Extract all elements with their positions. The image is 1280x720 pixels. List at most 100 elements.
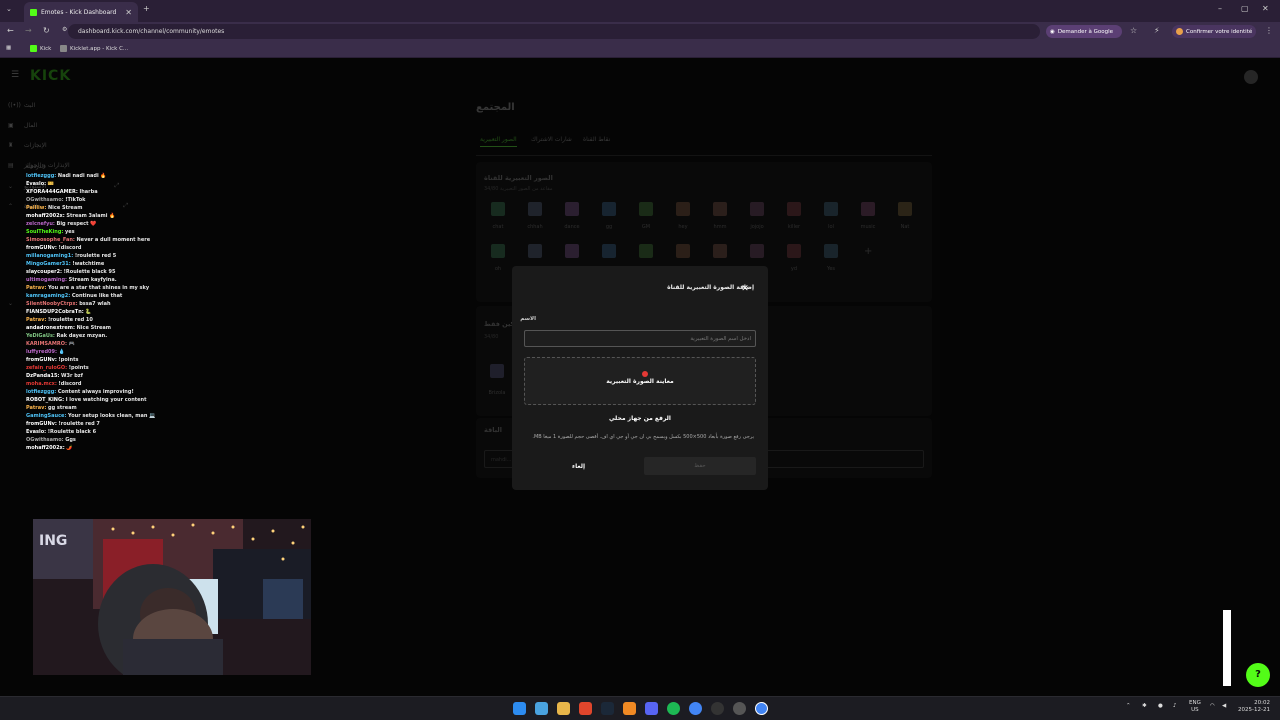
wifi-icon[interactable]: ◠ xyxy=(1210,703,1215,709)
confirm-identity-button[interactable]: Confirmer votre identité xyxy=(1172,25,1256,38)
chat-username[interactable]: DzPanda15: xyxy=(26,373,59,379)
chat-username[interactable]: Evaslo: xyxy=(26,429,46,435)
chat-text: !TikTok xyxy=(65,197,86,203)
chat-username[interactable]: Simoosophe_Fan: xyxy=(26,237,75,243)
file-explorer-icon[interactable] xyxy=(557,702,570,715)
add-emote-modal: إضافة الصورة التعبيرية للقناة ✕ الاسم مع… xyxy=(512,266,768,490)
chat-message: OGwithsamo: Ggs xyxy=(26,436,196,444)
apps-grid-icon[interactable]: ▦ xyxy=(6,45,11,51)
chat-username[interactable]: zelcnefyu: xyxy=(26,221,55,227)
chat-username[interactable]: Patrav: xyxy=(26,285,46,291)
browser-tab-emotes[interactable]: Emotes - Kick Dashboard ✕ xyxy=(24,2,138,22)
chat-username[interactable]: Patrav: xyxy=(26,317,46,323)
chat-username[interactable]: Evaslo: xyxy=(26,181,46,187)
chat-username[interactable]: Pallliw: xyxy=(26,205,46,211)
steam-icon[interactable] xyxy=(601,702,614,715)
mouse-cursor-icon xyxy=(642,371,648,377)
reload-icon[interactable]: ↻ xyxy=(43,26,50,35)
chat-text: !points xyxy=(68,365,89,371)
chat-username[interactable]: ROBOT_KING: xyxy=(26,397,64,403)
upload-local-button[interactable]: الرفع من جهاز محلي xyxy=(524,410,756,427)
microphone-icon[interactable]: ● xyxy=(1158,703,1163,709)
volume-icon[interactable]: ♪ xyxy=(1173,703,1177,709)
language-code: ENG xyxy=(1189,700,1201,706)
url-field[interactable]: dashboard.kick.com/channel/community/emo… xyxy=(68,24,1040,39)
chat-text: gg stream xyxy=(48,405,77,411)
chat-username[interactable]: fromGUNv: xyxy=(26,421,57,427)
calendar-icon[interactable] xyxy=(535,702,548,715)
back-icon[interactable]: ← xyxy=(7,26,14,35)
bookmark-kick[interactable]: Kick xyxy=(30,45,51,52)
chat-username[interactable]: SoulTheKing: xyxy=(26,229,63,235)
chat-username[interactable]: OGwithsamo: xyxy=(26,437,64,443)
kicklet-favicon-icon xyxy=(60,45,67,52)
chat-message: XFORA444GAMER: lharba xyxy=(26,188,196,196)
chat-username[interactable]: lotfiezggg: xyxy=(26,173,56,179)
app-icon[interactable] xyxy=(733,702,746,715)
extensions-icon[interactable]: ⚡ xyxy=(1154,26,1160,35)
chat-username[interactable]: FIANSDUP2CobraTn: xyxy=(26,309,84,315)
chrome-active-icon[interactable] xyxy=(755,702,768,715)
chat-username[interactable]: mohaff2002x: xyxy=(26,213,65,219)
chat-username[interactable]: zefain_ruloGO: xyxy=(26,365,67,371)
help-chat-button[interactable]: ? xyxy=(1246,663,1270,687)
clock[interactable]: 20:02 2025-12-21 xyxy=(1238,700,1270,714)
discord-icon[interactable] xyxy=(645,702,658,715)
chat-message: Simoosophe_Fan: Never a dull moment here xyxy=(26,236,196,244)
chat-username[interactable]: ultimogaming: xyxy=(26,277,67,283)
bookmark-kicklet[interactable]: Kicklet.app - Kick C... xyxy=(60,45,128,52)
tray-overflow-icon[interactable]: ⌃ xyxy=(1126,703,1131,709)
chat-message: Pallliw: Nice Stream xyxy=(26,204,196,212)
obs-icon[interactable] xyxy=(711,702,724,715)
chat-username[interactable]: SilentNoobyCtrpx: xyxy=(26,301,78,307)
chat-text: Nice Stream xyxy=(47,205,83,211)
forward-icon[interactable]: → xyxy=(25,26,32,35)
chat-username[interactable]: GamingSauce: xyxy=(26,413,66,419)
cancel-button[interactable]: إلغاء xyxy=(572,463,585,470)
chat-username[interactable]: slaycouper2: xyxy=(26,269,62,275)
language-indicator[interactable]: ENG US xyxy=(1189,700,1201,714)
site-info-icon[interactable]: ⚙ xyxy=(62,26,67,33)
bookmark-star-icon[interactable]: ☆ xyxy=(1130,26,1137,35)
bluetooth-icon[interactable]: ✱ xyxy=(1142,703,1147,709)
chat-message: andadronextrem: Nice Stream xyxy=(26,324,196,332)
chat-username[interactable]: XFORA444GAMER: xyxy=(26,189,78,195)
chat-username[interactable]: YeDiGaUs: xyxy=(26,333,55,339)
chat-username[interactable]: kamragaming2: xyxy=(26,293,70,299)
new-tab-icon[interactable]: + xyxy=(143,4,150,13)
chat-username[interactable]: millanogaming1: xyxy=(26,253,73,259)
chat-message: SilentNoobyCtrpx: bssa7 wlah xyxy=(26,300,196,308)
maximize-icon[interactable]: ▢ xyxy=(1241,4,1249,13)
chat-username[interactable]: KARIMSAMRO: xyxy=(26,341,67,347)
start-icon[interactable] xyxy=(513,702,526,715)
chat-message: millanogaming1: !roulette red 5 xyxy=(26,252,196,260)
chat-username[interactable]: andadronextrem: xyxy=(26,325,75,331)
chat-username[interactable]: OGwithsamo: xyxy=(26,197,64,203)
tab-list-icon[interactable]: ⌄ xyxy=(6,5,12,13)
modal-close-button[interactable]: ✕ xyxy=(738,282,752,296)
chat-username[interactable]: fromGUNv: xyxy=(26,245,57,251)
chat-text: Nadi nadi nadi 🔥 xyxy=(57,173,107,179)
vlc-icon[interactable] xyxy=(623,702,636,715)
chat-username[interactable]: fromGUNv: xyxy=(26,357,57,363)
save-button[interactable]: حفظ xyxy=(644,457,756,475)
chat-username[interactable]: lotfiezggg: xyxy=(26,389,56,395)
chat-username[interactable]: mohaff2002x: xyxy=(26,445,65,451)
chat-text: !discord xyxy=(58,381,82,387)
chat-message: Evaslo: !Roulette black 6 xyxy=(26,428,196,436)
chat-username[interactable]: Patrav: xyxy=(26,405,46,411)
minimize-icon[interactable]: – xyxy=(1218,4,1222,13)
chat-username[interactable]: moha.mcx: xyxy=(26,381,57,387)
tab-close-icon[interactable]: ✕ xyxy=(125,8,132,17)
chrome-icon[interactable] xyxy=(689,702,702,715)
browser-menu-icon[interactable]: ⋮ xyxy=(1265,26,1273,35)
emote-preview-dropzone[interactable]: معاينة الصورة التعبيرية xyxy=(524,357,756,405)
speaker-icon[interactable]: ◀ xyxy=(1222,703,1226,709)
brave-icon[interactable] xyxy=(579,702,592,715)
chat-username[interactable]: luffyred09: xyxy=(26,349,57,355)
chat-username[interactable]: MingoGamer31: xyxy=(26,261,71,267)
spotify-icon[interactable] xyxy=(667,702,680,715)
emote-name-input[interactable] xyxy=(524,330,756,347)
ask-google-button[interactable]: ◉ Demander à Google xyxy=(1046,25,1122,38)
window-close-icon[interactable]: ✕ xyxy=(1262,4,1269,13)
